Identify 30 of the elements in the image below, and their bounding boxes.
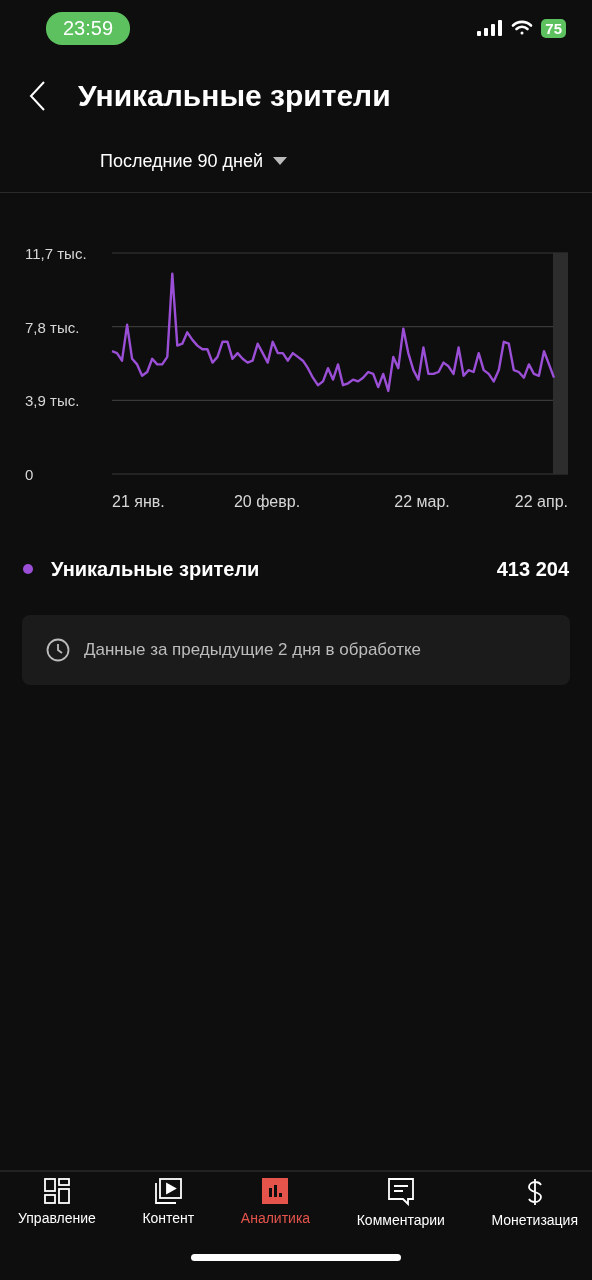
y-axis-label: 7,8 тыс.	[25, 318, 80, 336]
comment-icon	[387, 1178, 414, 1206]
nav-tab[interactable]: Аналитика	[240, 1172, 311, 1226]
caret-icon	[273, 157, 288, 165]
legend-name: Уникальные зрители	[51, 557, 261, 581]
nav-tab[interactable]: Комментарии	[356, 1172, 445, 1228]
home-indicator[interactable]	[191, 1253, 401, 1261]
y-axis-label: 0	[25, 466, 34, 483]
x-axis-label: 22 мар.	[394, 493, 450, 510]
back-button[interactable]	[28, 80, 48, 112]
battery-level: 75	[541, 18, 566, 38]
period-dropdown[interactable]: Последние 90 дней	[100, 144, 288, 178]
y-axis-label: 11,7 тыс.	[25, 245, 87, 262]
nav-tab[interactable]: Монетизация	[491, 1172, 578, 1228]
signal-icon	[477, 20, 504, 36]
legend-total: 413 204	[496, 557, 569, 581]
x-axis-label: 22 апр.	[514, 493, 568, 510]
clock-icon	[46, 638, 70, 662]
notice-text: Данные за предыдущие 2 дня в обработке	[84, 640, 422, 660]
dashboard-icon	[43, 1178, 70, 1204]
x-axis-label: 20 февр.	[233, 493, 301, 510]
wifi-icon	[511, 20, 534, 36]
nav-tab[interactable]: Контент	[142, 1172, 195, 1226]
page-title: Уникальные зрители	[78, 79, 391, 113]
x-axis-label: 21 янв.	[112, 493, 165, 510]
nav-tab[interactable]: Управление	[18, 1172, 96, 1226]
y-axis-label: 3,9 тыс.	[25, 392, 80, 410]
play-icon	[154, 1178, 183, 1204]
status-time: 23:59	[46, 11, 131, 45]
bar-chart-icon	[262, 1178, 289, 1204]
